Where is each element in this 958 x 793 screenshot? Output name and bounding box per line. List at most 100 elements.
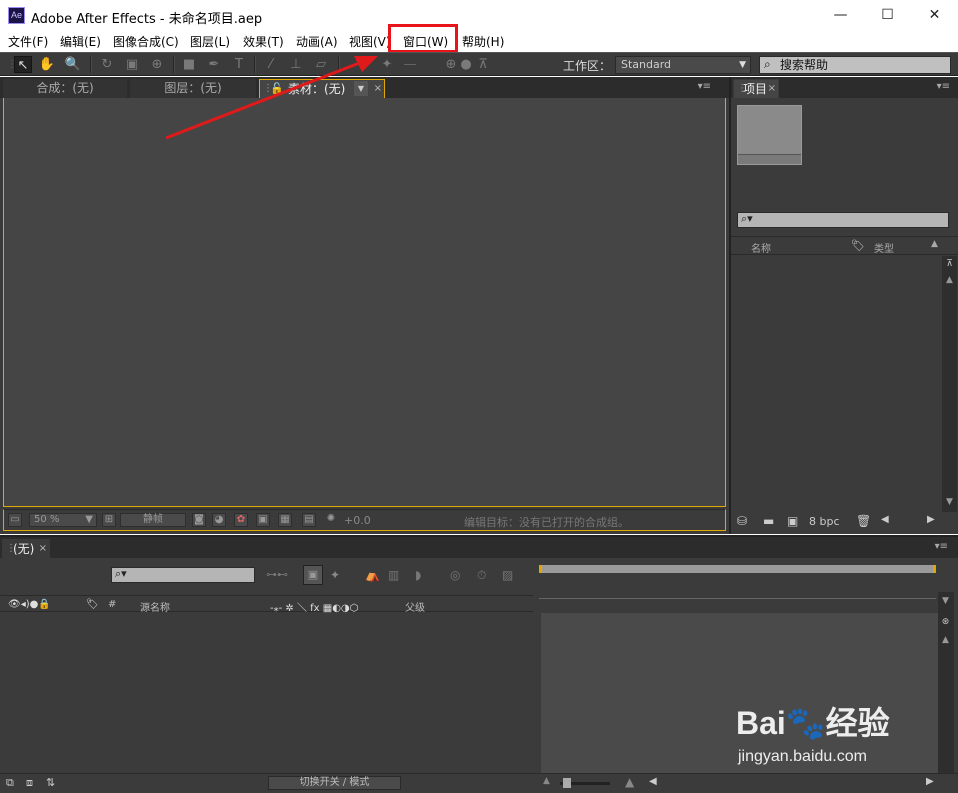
motion-blur-icon[interactable]: ◗ — [415, 568, 421, 582]
label-tag-icon[interactable]: 🏷 — [851, 239, 865, 252]
menu-edit[interactable]: 编辑(E) — [60, 33, 101, 50]
tab-layer[interactable]: 图层：(无) — [130, 79, 256, 98]
menu-help[interactable]: 帮助(H) — [462, 33, 504, 50]
column-parent[interactable]: 父级 — [405, 599, 425, 614]
footage-viewer-area[interactable] — [3, 98, 726, 507]
menu-view[interactable]: 视图(V) — [349, 33, 391, 50]
composition-mini-flowchart-icon[interactable]: ⊶⊷ — [266, 568, 288, 581]
menu-composition[interactable]: 图像合成(C) — [113, 33, 179, 50]
panel-menu-icon[interactable]: ▾≡ — [935, 541, 948, 552]
trash-icon[interactable]: 🗑 — [856, 514, 871, 528]
maximize-button[interactable]: ☐ — [864, 0, 911, 31]
scroll-right-icon[interactable]: ▶ — [927, 514, 935, 525]
project-search-input[interactable]: ⌕▾ — [737, 212, 949, 228]
footage-dropdown-icon[interactable]: ▼ — [354, 81, 368, 96]
pin-overlap-icon[interactable]: ⊕ — [444, 56, 458, 73]
resolution-select[interactable]: 静帧 — [120, 513, 186, 527]
scroll-right-icon[interactable]: ▶ — [926, 776, 934, 787]
minimize-button[interactable]: — — [817, 0, 864, 31]
project-items-list[interactable] — [731, 256, 942, 512]
pin-pull-icon[interactable]: ⊼ — [476, 56, 490, 73]
column-number[interactable]: # — [108, 599, 116, 610]
zoom-in-icon[interactable]: ▲ — [625, 775, 634, 789]
flowchart-icon[interactable]: ⊼ — [943, 258, 956, 271]
expand-transfer-controls-icon[interactable]: ⧈ — [26, 776, 33, 790]
project-scrollbar[interactable]: ⊼ ▲ ▼ — [942, 256, 957, 512]
expand-layer-switches-icon[interactable]: ⧉ — [6, 776, 14, 790]
timeline-scrollbar[interactable]: ▼ ⊛ ▲ — [938, 592, 954, 773]
puppet-pin-tool-icon[interactable]: ✦ — [378, 56, 396, 73]
tab-composition[interactable]: 合成：(无) — [3, 79, 127, 98]
pan-behind-tool-icon[interactable]: ⊕ — [148, 56, 166, 73]
menu-effect[interactable]: 效果(T) — [243, 33, 284, 50]
menu-file[interactable]: 文件(F) — [8, 33, 48, 50]
timeline-search-input[interactable]: ⌕▾ — [111, 567, 255, 583]
column-source-name[interactable]: 源名称 — [140, 599, 170, 614]
clone-stamp-tool-icon[interactable]: ⊥ — [287, 56, 305, 73]
close-icon[interactable]: × — [374, 80, 382, 98]
close-button[interactable]: ✕ — [911, 0, 958, 31]
bit-depth-label[interactable]: 8 bpc — [809, 515, 840, 528]
label-tag-icon[interactable]: 🏷 — [86, 599, 99, 610]
region-of-interest-icon[interactable]: ▣ — [256, 513, 270, 527]
work-area-bar[interactable] — [539, 565, 936, 573]
tab-timeline[interactable]: ⋮ (无) × — [2, 539, 50, 558]
expand-in-out-icon[interactable]: ⇅ — [46, 776, 55, 789]
interpret-footage-icon[interactable]: ⛁ — [737, 514, 747, 528]
new-folder-icon[interactable]: ▬ — [763, 514, 774, 528]
scroll-down-icon[interactable]: ▼ — [939, 595, 952, 608]
pixel-aspect-icon[interactable]: ▤ — [302, 513, 316, 527]
grid-options-icon[interactable]: ⊞ — [102, 513, 116, 527]
zoom-tool-icon[interactable]: 🔍 — [64, 56, 82, 73]
draft-3d-icon[interactable]: ✦ — [330, 568, 340, 582]
time-ruler[interactable] — [539, 575, 936, 599]
sort-up-icon[interactable]: ▲ — [931, 239, 938, 249]
selection-tool-icon[interactable]: ↖ — [14, 56, 32, 73]
pin-starch-icon[interactable]: ● — [460, 56, 472, 73]
tab-footage[interactable]: ⋮ 🔓 素材：(无) ▼ × — [259, 79, 385, 98]
color-channels-icon[interactable]: ✿ — [234, 513, 248, 527]
rotate-tool-icon[interactable]: ↻ — [98, 56, 116, 73]
menu-layer[interactable]: 图层(L) — [190, 33, 230, 50]
exposure-icon[interactable]: ✺ — [324, 513, 338, 527]
scroll-left-icon[interactable]: ◀ — [881, 514, 889, 525]
scroll-up-icon[interactable]: ▲ — [943, 274, 956, 287]
live-update-icon[interactable]: ▣ — [303, 565, 323, 585]
toggle-switches-modes-button[interactable]: 切换开关 / 模式 — [268, 776, 401, 790]
lock-icon[interactable]: 🔓 — [270, 80, 284, 98]
camera-tool-icon[interactable]: ▣ — [123, 56, 141, 73]
auto-keyframe-icon[interactable]: ⏱ — [477, 568, 486, 583]
zoom-select[interactable]: 50 % ▼ — [29, 513, 97, 527]
scroll-up-icon[interactable]: ▲ — [939, 634, 952, 647]
exposure-value[interactable]: +0.0 — [344, 514, 371, 527]
text-tool-icon[interactable]: T — [230, 56, 248, 73]
graph-editor-icon[interactable]: ▨ — [502, 568, 513, 582]
search-help-input[interactable]: ⌕ 搜索帮助 — [759, 56, 951, 74]
timeline-zoom-slider[interactable] — [560, 778, 610, 788]
comp-button-icon[interactable]: ⊛ — [939, 616, 952, 629]
timeline-layers-list[interactable] — [0, 613, 537, 773]
transparency-grid-icon[interactable]: ▦ — [278, 513, 292, 527]
snapshot-camera-icon[interactable]: ◙ — [192, 513, 206, 527]
show-snapshot-icon[interactable]: ◕ — [212, 513, 226, 527]
tab-project[interactable]: ⋮ 项目 × — [733, 79, 779, 98]
workspace-select[interactable]: Standard ▼ — [615, 56, 751, 74]
hand-tool-icon[interactable]: ✋ — [38, 56, 56, 73]
hide-shy-layers-icon[interactable]: ⛺ — [365, 568, 380, 582]
zoom-out-icon[interactable]: ▲ — [543, 776, 550, 786]
close-icon[interactable]: × — [768, 80, 776, 98]
panel-menu-icon[interactable]: ▾≡ — [937, 81, 950, 92]
brush-tool-icon[interactable]: ⁄ — [262, 56, 280, 73]
column-type[interactable]: 类型 — [874, 240, 894, 255]
new-composition-icon[interactable]: ▣ — [787, 514, 798, 528]
rectangle-tool-icon[interactable]: ■ — [180, 56, 198, 73]
pen-tool-icon[interactable]: ✒ — [205, 56, 223, 73]
always-preview-icon[interactable]: ▭ — [8, 513, 22, 527]
close-icon[interactable]: × — [39, 540, 47, 558]
scroll-left-icon[interactable]: ◀ — [649, 776, 657, 787]
brainstorm-icon[interactable]: ◎ — [450, 568, 460, 582]
frame-blending-icon[interactable]: ▥ — [388, 568, 399, 582]
menu-animation[interactable]: 动画(A) — [296, 33, 338, 50]
panel-menu-icon[interactable]: ▾≡ — [698, 81, 711, 92]
column-name[interactable]: 名称 — [751, 240, 771, 255]
